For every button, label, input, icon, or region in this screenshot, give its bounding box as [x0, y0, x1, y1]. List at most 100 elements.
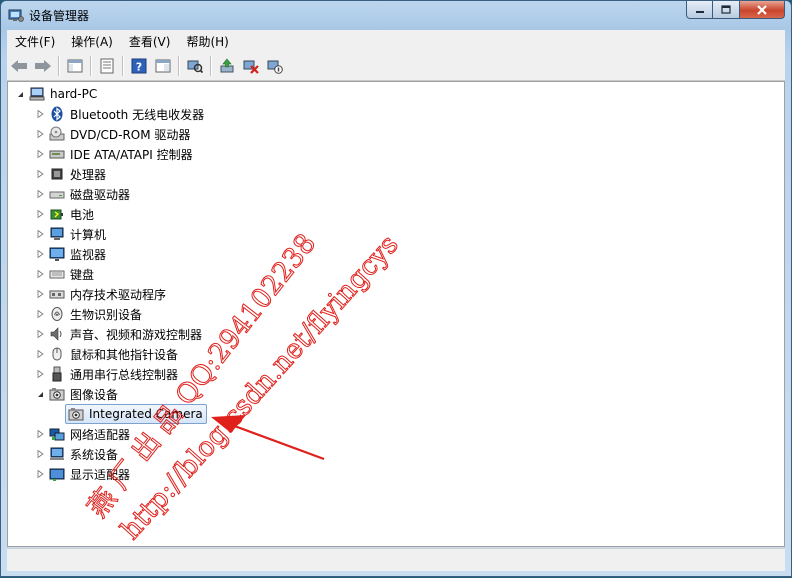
- ide-controller-icon: [49, 146, 65, 162]
- expand-arrow-icon[interactable]: [36, 150, 45, 159]
- maximize-button[interactable]: [713, 1, 740, 19]
- tree-node[interactable]: 磁盘驱动器: [36, 184, 130, 204]
- help-icon: ?: [131, 58, 147, 74]
- tree-node[interactable]: 键盘: [36, 264, 94, 284]
- fingerprint-icon: [49, 306, 65, 322]
- toolbar-separator: [122, 56, 124, 76]
- update-driver-button[interactable]: [216, 55, 238, 77]
- menu-file[interactable]: 文件(F): [7, 33, 63, 50]
- tree-node-label: 磁盘驱动器: [70, 187, 131, 202]
- expand-arrow-icon[interactable]: [36, 130, 45, 139]
- memory-icon: [49, 286, 65, 302]
- expand-arrow-icon[interactable]: [36, 270, 45, 279]
- disable-device-icon: [267, 60, 283, 74]
- tree-node[interactable]: 网络适配器: [36, 424, 130, 444]
- tree-node[interactable]: 计算机: [36, 224, 106, 244]
- uninstall-icon: [243, 60, 259, 74]
- tree-node[interactable]: 通用串行总线控制器: [36, 364, 178, 384]
- tree-node[interactable]: 显示适配器: [36, 464, 130, 484]
- computer-icon: [49, 226, 65, 242]
- tree-node-child[interactable]: Integrated Camera: [65, 404, 207, 424]
- expand-arrow-icon[interactable]: [36, 430, 45, 439]
- tree-node-label: IDE ATA/ATAPI 控制器: [70, 147, 193, 162]
- toolbar: ?: [7, 52, 785, 81]
- expand-arrow-icon[interactable]: [36, 330, 45, 339]
- expand-arrow-icon[interactable]: [36, 210, 45, 219]
- menu-view[interactable]: 查看(V): [121, 33, 179, 50]
- window-title: 设备管理器: [29, 9, 90, 23]
- tree-node-label: 网络适配器: [70, 427, 131, 442]
- action-pane-button[interactable]: [152, 55, 174, 77]
- mouse-icon: [49, 346, 65, 362]
- scan-hardware-changes-button[interactable]: [184, 55, 206, 77]
- properties-button[interactable]: [96, 55, 118, 77]
- tree-node[interactable]: 监视器: [36, 244, 106, 264]
- expand-arrow-icon[interactable]: [36, 450, 45, 459]
- tree-root-label: hard-PC: [50, 87, 98, 101]
- minimize-button[interactable]: [686, 1, 713, 19]
- help-button[interactable]: ?: [128, 55, 150, 77]
- tree-node-label: 显示适配器: [70, 467, 131, 482]
- expand-arrow-icon[interactable]: [36, 350, 45, 359]
- tree-root[interactable]: hard-PC: [16, 84, 97, 104]
- tree-node-label: 图像设备: [70, 387, 119, 402]
- expand-arrow-icon[interactable]: [36, 250, 45, 259]
- collapse-arrow-icon[interactable]: [16, 90, 25, 99]
- expand-arrow-icon[interactable]: [36, 290, 45, 299]
- forward-button[interactable]: [32, 55, 54, 77]
- uninstall-button[interactable]: [240, 55, 262, 77]
- tree-node[interactable]: 系统设备: [36, 444, 118, 464]
- expand-arrow-icon[interactable]: [36, 310, 45, 319]
- back-button[interactable]: [8, 55, 30, 77]
- status-bar: [7, 548, 785, 571]
- toolbar-separator: [178, 56, 180, 76]
- system-device-icon: [49, 446, 65, 462]
- tree-node-label: 监视器: [70, 247, 107, 262]
- disable-button[interactable]: [264, 55, 286, 77]
- tree-node[interactable]: 内存技术驱动程序: [36, 284, 166, 304]
- close-icon: [757, 4, 767, 15]
- expand-arrow-icon[interactable]: [36, 470, 45, 479]
- tree-node[interactable]: DVD/CD-ROM 驱动器: [36, 124, 190, 144]
- tree-node[interactable]: 鼠标和其他指针设备: [36, 344, 178, 364]
- usb-icon: [49, 366, 65, 382]
- expand-arrow-icon[interactable]: [36, 230, 45, 239]
- tree-node[interactable]: 声音、视频和游戏控制器: [36, 324, 202, 344]
- tree-node[interactable]: Bluetooth 无线电收发器: [36, 104, 204, 124]
- expand-arrow-icon[interactable]: [36, 110, 45, 119]
- expand-arrow-icon[interactable]: [36, 170, 45, 179]
- device-tree[interactable]: hard-PC Bluetooth 无线电收发器 DVD/CD-ROM 驱动器 ID…: [7, 81, 785, 547]
- collapse-arrow-icon[interactable]: [36, 390, 45, 399]
- network-icon: [49, 426, 65, 442]
- expand-arrow-icon[interactable]: [36, 190, 45, 199]
- update-driver-icon: [220, 58, 234, 73]
- title-bar[interactable]: 设备管理器: [1, 1, 791, 29]
- close-button[interactable]: [740, 1, 785, 19]
- tree-node[interactable]: 电池: [36, 204, 94, 224]
- properties-icon: [100, 58, 114, 74]
- processor-icon: [49, 166, 65, 182]
- tree-node[interactable]: 图像设备: [36, 384, 118, 404]
- tree-node-label: 系统设备: [70, 447, 119, 462]
- camera-icon: [68, 406, 84, 422]
- minimize-icon: [695, 10, 704, 13]
- menu-action[interactable]: 操作(A): [63, 33, 121, 50]
- tree-node[interactable]: IDE ATA/ATAPI 控制器: [36, 144, 193, 164]
- back-arrow-icon: [11, 60, 27, 72]
- show-hide-console-tree-button[interactable]: [64, 55, 86, 77]
- toolbar-separator: [210, 56, 212, 76]
- display-adapter-icon: [49, 466, 65, 482]
- tree-node[interactable]: 生物识别设备: [36, 304, 142, 324]
- scan-hardware-icon: [187, 60, 203, 74]
- tree-node[interactable]: 处理器: [36, 164, 106, 184]
- tree-node-label: 计算机: [70, 227, 107, 242]
- menu-help[interactable]: 帮助(H): [178, 33, 236, 50]
- action-pane-icon: [155, 59, 171, 73]
- forward-arrow-icon: [35, 60, 51, 72]
- disc-drive-icon: [49, 126, 65, 142]
- disk-drive-icon: [49, 186, 65, 202]
- selected-device[interactable]: Integrated Camera: [65, 404, 207, 424]
- battery-icon: [49, 206, 65, 222]
- expand-arrow-icon[interactable]: [36, 370, 45, 379]
- speaker-icon: [49, 326, 65, 342]
